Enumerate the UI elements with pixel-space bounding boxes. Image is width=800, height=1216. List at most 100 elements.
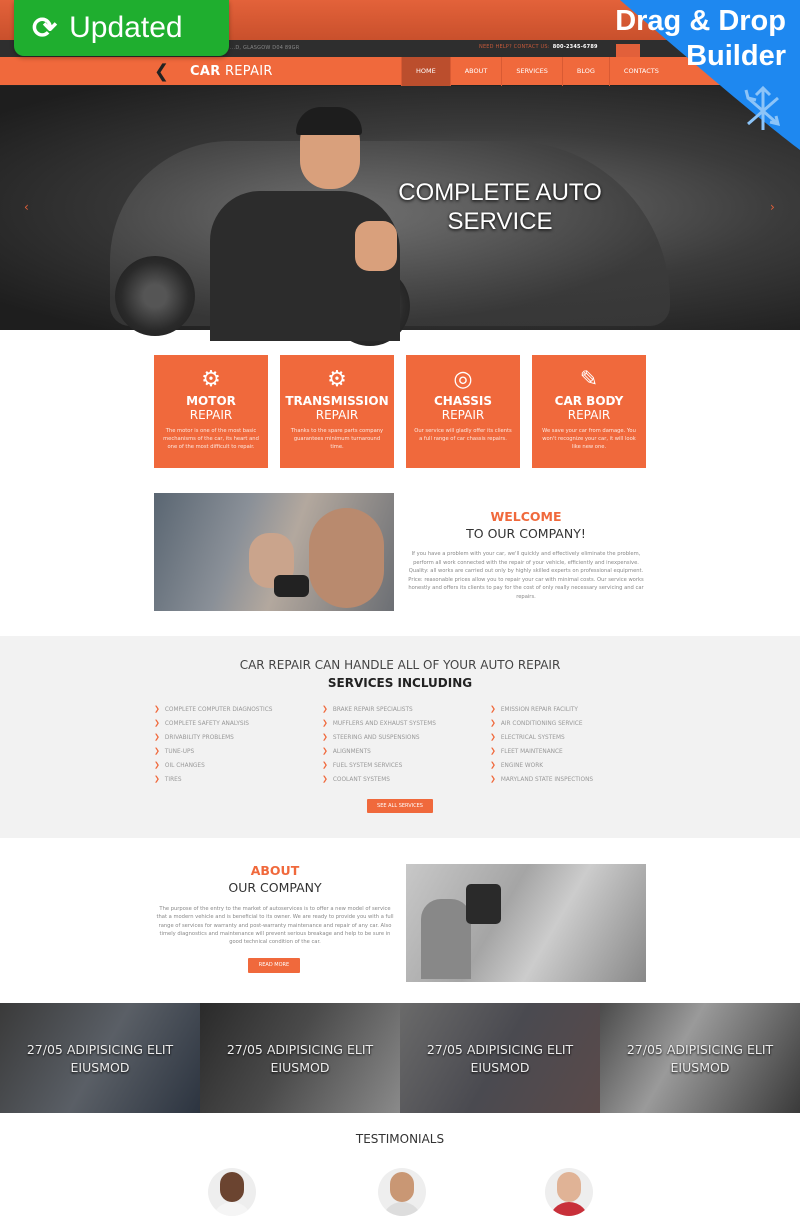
address-text: ...D, GLASGOW D04 89GR <box>230 45 300 51</box>
testimonial-avatar[interactable] <box>378 1168 426 1216</box>
services-column-1: ❯ COMPLETE COMPUTER DIAGNOSTICS ❯ COMPLETE… <box>154 704 314 788</box>
chevron-right-icon: ❯ <box>322 719 328 727</box>
slider-prev-icon[interactable]: ‹ <box>24 200 29 214</box>
feature-subtitle: REPAIR <box>315 408 359 422</box>
service-item[interactable]: ❯ EMISSION REPAIR FACILITY <box>490 704 650 718</box>
news-item[interactable]: 27/05 ADIPISICING ELIT EIUSMOD <box>200 1003 400 1113</box>
news-title: 27/05 ADIPISICING ELIT <box>426 1042 574 1057</box>
service-label: COOLANT SYSTEMS <box>332 777 390 783</box>
service-label: STEERING AND SUSPENSIONS <box>332 735 420 741</box>
hero-title-line1: COMPLETE AUTO <box>398 179 602 206</box>
feature-text: We save your car from damage. You won't … <box>542 428 636 451</box>
logo-rest: REPAIR <box>220 64 273 79</box>
services-subtitle: SERVICES INCLUDING <box>327 676 473 690</box>
chevron-right-icon: ❯ <box>490 705 496 713</box>
news-item[interactable]: 27/05 ADIPISICING ELIT EIUSMOD <box>0 1003 200 1113</box>
service-label: MUFFLERS AND EXHAUST SYSTEMS <box>332 721 436 727</box>
image-watch <box>274 575 309 597</box>
service-label: ELECTRICAL SYSTEMS <box>500 735 565 741</box>
nav-item-about[interactable]: ABOUT <box>449 57 502 86</box>
service-item[interactable]: ❯ FUEL SYSTEM SERVICES <box>322 760 482 774</box>
chevron-right-icon: ❯ <box>154 705 160 713</box>
service-label: MARYLAND STATE INSPECTIONS <box>500 777 594 783</box>
chevron-right-icon: ❯ <box>322 775 328 783</box>
builder-badge: Drag & Drop Builder <box>530 0 800 150</box>
updated-badge: ⟳ Updated <box>14 0 229 56</box>
hero-title-line2: SERVICE <box>447 208 553 235</box>
service-item[interactable]: ❯ AIR CONDITIONING SERVICE <box>490 718 650 732</box>
slider-next-icon[interactable]: › <box>770 200 775 214</box>
see-all-services-button[interactable]: SEE ALL SERVICES <box>367 799 433 813</box>
news-subtitle: EIUSMOD <box>470 1060 530 1075</box>
chevron-right-icon: ❯ <box>490 761 496 769</box>
news-caption: 27/05 ADIPISICING ELIT EIUSMOD <box>600 1041 800 1077</box>
service-item[interactable]: ❯ DRIVABILITY PROBLEMS <box>154 732 314 746</box>
service-item[interactable]: ❯ COMPLETE SAFETY ANALYSIS <box>154 718 314 732</box>
service-item[interactable]: ❯ ALIGNMENTS <box>322 746 482 760</box>
feature-title: CHASSIS <box>434 394 492 408</box>
feature-subtitle: REPAIR <box>189 408 233 422</box>
feature-title: CAR BODY <box>554 394 624 408</box>
testimonial-avatar[interactable] <box>208 1168 256 1216</box>
piston-icon: ⚙ <box>201 367 221 392</box>
chevron-right-icon: ❯ <box>154 719 160 727</box>
feature-subtitle: REPAIR <box>441 408 485 422</box>
read-more-button[interactable]: READ MORE <box>248 958 300 973</box>
about-section: ABOUT OUR COMPANY The purpose of the ent… <box>154 862 396 946</box>
image-welder <box>421 899 471 979</box>
service-item[interactable]: ❯ MUFFLERS AND EXHAUST SYSTEMS <box>322 718 482 732</box>
chevron-right-icon: ❯ <box>154 761 160 769</box>
chevron-right-icon: ❯ <box>490 719 496 727</box>
feature-text: The motor is one of the most basic mecha… <box>163 428 259 451</box>
chevron-right-icon: ❯ <box>490 747 496 755</box>
service-item[interactable]: ❯ ELECTRICAL SYSTEMS <box>490 732 650 746</box>
avatar-body <box>212 1202 252 1216</box>
brake-disc-icon: ◎ <box>453 367 473 392</box>
avatar-face <box>390 1172 414 1202</box>
service-item[interactable]: ❯ FLEET MAINTENANCE <box>490 746 650 760</box>
builder-line1: Drag & Drop <box>615 5 786 37</box>
service-label: ALIGNMENTS <box>332 749 371 755</box>
news-title: 27/05 ADIPISICING ELIT <box>226 1042 374 1057</box>
chevron-right-icon: ❯ <box>490 733 496 741</box>
service-item[interactable]: ❯ ENGINE WORK <box>490 760 650 774</box>
feature-text: Our service will gladly offer its client… <box>414 428 512 443</box>
avatar-body <box>549 1202 589 1216</box>
feature-car-body-repair[interactable]: ✎ CAR BODY REPAIR We save your car from … <box>532 355 646 468</box>
feature-transmission-repair[interactable]: ⚙ TRANSMISSION REPAIR Thanks to the spar… <box>280 355 394 468</box>
service-item[interactable]: ❯ COMPLETE COMPUTER DIAGNOSTICS <box>154 704 314 718</box>
chevron-left-icon[interactable]: ❮ <box>154 61 169 82</box>
news-subtitle: EIUSMOD <box>270 1060 330 1075</box>
service-item[interactable]: ❯ STEERING AND SUSPENSIONS <box>322 732 482 746</box>
site-logo[interactable]: CAR REPAIR <box>190 64 273 79</box>
news-strip: 27/05 ADIPISICING ELIT EIUSMOD 27/05 ADIP… <box>0 1003 800 1113</box>
news-subtitle: EIUSMOD <box>670 1060 730 1075</box>
news-item[interactable]: 27/05 ADIPISICING ELIT EIUSMOD <box>600 1003 800 1113</box>
service-item[interactable]: ❯ BRAKE REPAIR SPECIALISTS <box>322 704 482 718</box>
refresh-icon: ⟳ <box>32 11 58 45</box>
service-label: DRIVABILITY PROBLEMS <box>164 735 234 741</box>
service-label: TIRES <box>164 777 182 783</box>
feature-subtitle: REPAIR <box>567 408 611 422</box>
about-text: The purpose of the entry to the market o… <box>156 906 394 946</box>
service-item[interactable]: ❯ TUNE-UPS <box>154 746 314 760</box>
service-item[interactable]: ❯ MARYLAND STATE INSPECTIONS <box>490 774 650 788</box>
about-subtitle: OUR COMPANY <box>228 880 322 895</box>
service-item[interactable]: ❯ COOLANT SYSTEMS <box>322 774 482 788</box>
testimonial-avatar[interactable] <box>545 1168 593 1216</box>
service-label: BRAKE REPAIR SPECIALISTS <box>332 707 413 713</box>
welcome-text: If you have a problem with your car, we'… <box>408 551 644 600</box>
welcome-title: WELCOME <box>490 509 562 524</box>
feature-chassis-repair[interactable]: ◎ CHASSIS REPAIR Our service will gladly… <box>406 355 520 468</box>
news-item[interactable]: 27/05 ADIPISICING ELIT EIUSMOD <box>400 1003 600 1113</box>
logo-bold: CAR <box>190 64 221 79</box>
service-item[interactable]: ❯ TIRES <box>154 774 314 788</box>
news-caption: 27/05 ADIPISICING ELIT EIUSMOD <box>200 1041 400 1077</box>
service-label: TUNE-UPS <box>164 749 195 755</box>
image-welding-mask <box>466 884 501 924</box>
service-item[interactable]: ❯ OIL CHANGES <box>154 760 314 774</box>
service-label: FUEL SYSTEM SERVICES <box>332 763 403 769</box>
feature-motor-repair[interactable]: ⚙ MOTOR REPAIR The motor is one of the m… <box>154 355 268 468</box>
chevron-right-icon: ❯ <box>322 705 328 713</box>
nav-item-home[interactable]: HOME <box>401 57 450 86</box>
